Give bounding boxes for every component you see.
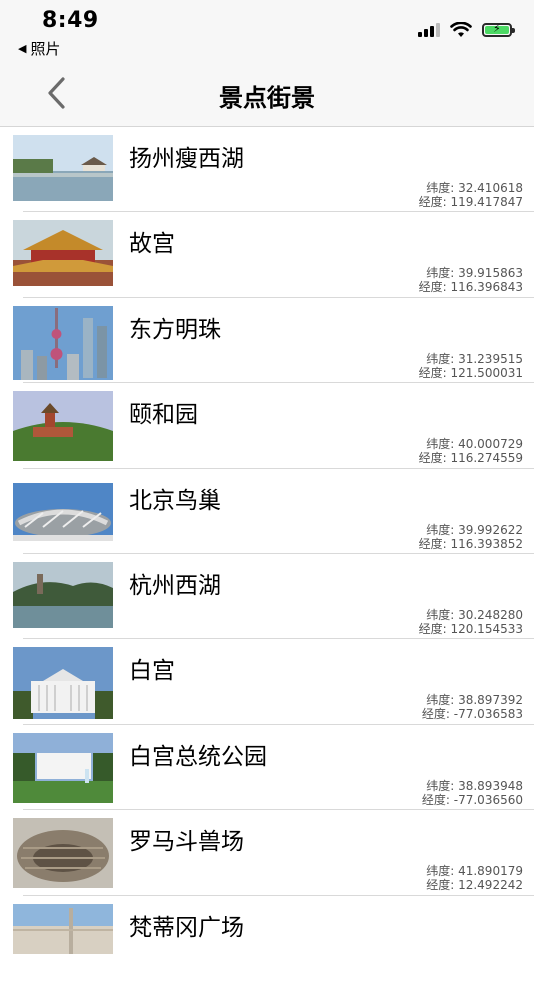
thumbnail-image <box>13 482 113 541</box>
place-name: 白宫总统公园 <box>129 743 267 770</box>
longitude-label: 经度: -77.036560 <box>421 792 523 807</box>
list-item[interactable]: 白宫 纬度: 38.897392 经度: -77.036583 <box>0 639 534 725</box>
place-name: 故宫 <box>129 231 175 258</box>
wifi-icon <box>450 22 472 37</box>
status-bar: 8:49 ◀ 照片 ⚡ <box>0 0 534 62</box>
page-title: 景点街景 <box>219 84 315 112</box>
longitude-label: 经度: 116.396843 <box>418 280 523 295</box>
longitude-label: 经度: 121.500031 <box>418 365 523 380</box>
cellular-signal-icon <box>418 23 440 37</box>
thumbnail-image <box>13 903 113 954</box>
list-item[interactable]: 扬州瘦西湖 纬度: 32.410618 经度: 119.417847 <box>0 127 534 213</box>
list-item[interactable]: 东方明珠 纬度: 31.239515 经度: 121.500031 <box>0 298 534 384</box>
thumbnail-image <box>13 391 113 462</box>
place-name: 杭州西湖 <box>129 572 221 599</box>
longitude-label: 经度: 116.393852 <box>418 536 523 551</box>
list-item[interactable]: 杭州西湖 纬度: 30.248280 经度: 120.154533 <box>0 554 534 640</box>
longitude-label: 经度: 119.417847 <box>418 195 523 209</box>
thumbnail-image <box>13 647 113 720</box>
place-name: 白宫 <box>129 658 175 685</box>
thumbnail-image <box>13 135 113 201</box>
longitude-label: 经度: 12.492242 <box>426 878 523 893</box>
longitude-label: 经度: -77.036583 <box>421 707 523 722</box>
thumbnail-image <box>13 305 113 380</box>
list-item[interactable]: 颐和园 纬度: 40.000729 经度: 116.274559 <box>0 383 534 469</box>
list-item[interactable]: 故宫 纬度: 39.915863 经度: 116.396843 <box>0 212 534 298</box>
list-item[interactable]: 罗马斗兽场 纬度: 41.890179 经度: 12.492242 <box>0 810 534 896</box>
thumbnail-image <box>13 818 113 889</box>
place-name: 罗马斗兽场 <box>129 829 244 856</box>
thumbnail-image <box>13 220 113 287</box>
battery-charging-icon: ⚡ <box>482 22 515 37</box>
longitude-label: 经度: 116.274559 <box>418 451 523 466</box>
place-name: 梵蒂冈广场 <box>129 914 244 941</box>
place-name: 颐和园 <box>129 402 198 429</box>
thumbnail-image <box>13 732 113 803</box>
back-to-app-link[interactable]: ◀ 照片 <box>18 38 60 59</box>
list-item[interactable]: 梵蒂冈广场 <box>0 896 534 981</box>
place-name: 北京鸟巢 <box>129 487 221 514</box>
longitude-label: 经度: 120.154533 <box>418 621 523 636</box>
navigation-bar: 景点街景 <box>0 62 534 127</box>
list-item[interactable]: 白宫总统公园 纬度: 38.893948 经度: -77.036560 <box>0 725 534 811</box>
back-triangle-icon: ◀ <box>18 42 27 55</box>
place-name: 东方明珠 <box>129 316 221 343</box>
place-name: 扬州瘦西湖 <box>129 146 244 172</box>
thumbnail-image <box>13 561 113 628</box>
places-list: 扬州瘦西湖 纬度: 32.410618 经度: 119.417847 故宫 纬度… <box>0 127 534 981</box>
back-app-label: 照片 <box>30 40 61 58</box>
status-icons: ⚡ <box>418 22 515 38</box>
status-time: 8:49 <box>42 8 99 33</box>
list-item[interactable]: 北京鸟巢 纬度: 39.992622 经度: 116.393852 <box>0 469 534 554</box>
